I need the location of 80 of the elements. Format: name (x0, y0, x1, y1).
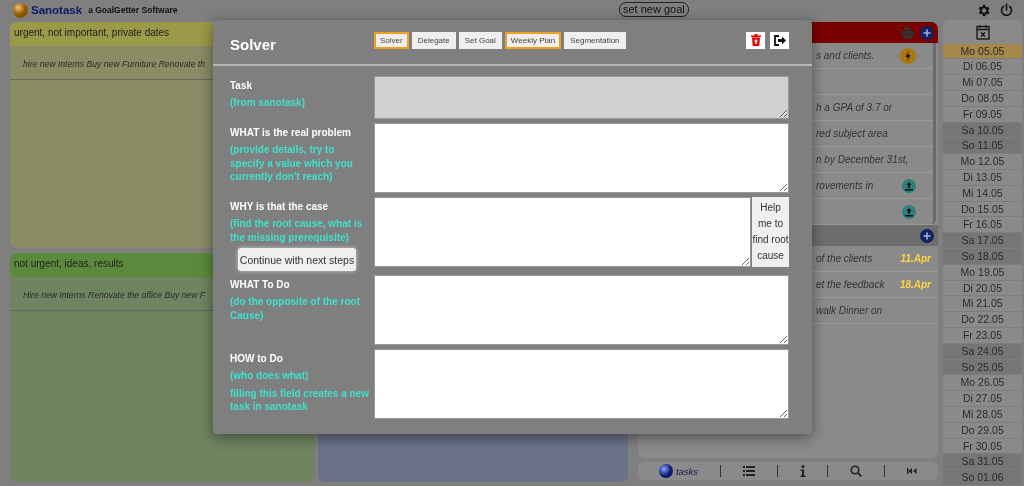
calendar-day[interactable]: Sa 31.05 (943, 454, 1022, 471)
field-hint: (find the root cause, what is the missing prerequisite) (230, 217, 364, 244)
calendar-day[interactable]: Do 15.05 (943, 201, 1022, 218)
text-field[interactable] (374, 123, 789, 193)
calendar-day[interactable]: Mo 19.05 (943, 264, 1022, 281)
skip-back-icon (907, 468, 917, 474)
calendar-day[interactable]: Mi 21.05 (943, 296, 1022, 313)
calendar-day[interactable]: So 18.05 (943, 249, 1022, 265)
calendar-day[interactable]: Di 13.05 (943, 170, 1022, 186)
tasks-label[interactable]: tasks (675, 465, 699, 477)
field-label: Task (230, 79, 254, 93)
task-item[interactable]: hire new Interns Buy new Furniture Renovate th (23, 59, 205, 69)
calendar-day[interactable]: Di 27.05 (943, 391, 1022, 407)
dialog-tab[interactable]: Delegate (411, 31, 456, 49)
due-date: 18.Apr (899, 279, 931, 290)
text-field[interactable] (374, 349, 789, 419)
app-name: Sanotask (31, 4, 83, 16)
calendar-icon (975, 23, 990, 40)
calendar-day[interactable]: Di 06.05 (943, 59, 1022, 76)
task-text: s and clients. (816, 50, 875, 61)
text-field[interactable] (374, 197, 751, 267)
upload-icon (902, 178, 916, 193)
calendar-day[interactable]: Mi 14.05 (943, 185, 1022, 202)
power-icon (999, 2, 1014, 18)
delete-button[interactable] (746, 31, 765, 49)
task-text: of the clients (816, 253, 873, 264)
task-text: walk Dinner on (816, 305, 883, 316)
calendar-day[interactable]: Mo 05.05 (943, 43, 1022, 60)
add-icon (920, 228, 934, 243)
calendar-day[interactable]: Mi 28.05 (943, 407, 1022, 423)
upload-icon (902, 204, 916, 219)
dialog-tab[interactable]: Segmentation (564, 31, 626, 49)
field-label: WHAT To Do (230, 278, 291, 292)
calendar-day[interactable]: Mo 26.05 (943, 375, 1022, 392)
continue-button[interactable]: Continue with next steps (238, 248, 356, 271)
field-hint: (do the opposite of the root Cause) (230, 295, 361, 322)
lightning-icon (900, 47, 916, 64)
app-tagline: a GoalGetter Software (88, 5, 178, 15)
exit-icon (773, 34, 786, 46)
task-text: h a GPA of 3.7 or (816, 102, 893, 113)
task-text: n by December 31st, (816, 154, 909, 165)
task-text: red subject area (816, 128, 888, 139)
field-hint: (provide details, try to specify a value which you currently don't reach) (230, 143, 354, 184)
field-hint: (from sanotask) (230, 96, 306, 110)
calendar-day[interactable]: So 01.06 (943, 470, 1022, 486)
task-text: rovements in (816, 180, 874, 191)
calendar-day[interactable]: Fr 23.05 (943, 328, 1022, 344)
logo-ball-icon (13, 2, 28, 18)
globe-icon (658, 464, 673, 478)
set-new-goal-button[interactable]: set new goal (619, 2, 689, 17)
field-label: WHAT is the real problem (230, 126, 352, 140)
calendar-day[interactable]: So 11.05 (943, 138, 1022, 155)
dialog-tab[interactable]: Solver (374, 31, 409, 49)
field-label: HOW to Do (230, 352, 284, 366)
calendar-day[interactable]: Do 29.05 (943, 422, 1022, 439)
text-field[interactable] (374, 275, 789, 345)
calendar-day[interactable]: Mi 07.05 (943, 75, 1022, 92)
task-item[interactable]: Hire new Interns Renovate the office Buy new F (23, 290, 205, 300)
print-icon (901, 26, 914, 39)
calendar-day[interactable]: Fr 09.05 (943, 106, 1022, 123)
calendar-day[interactable]: Do 22.05 (943, 312, 1022, 329)
dialog-tab[interactable]: Set Goal (458, 31, 502, 49)
help-button[interactable]: Help me to find root cause (752, 197, 789, 267)
calendar-day[interactable]: Do 08.05 (943, 91, 1022, 107)
task-text: et the feedback (816, 279, 885, 290)
info-icon (799, 465, 806, 477)
list-icon (742, 466, 755, 476)
calendar-day[interactable]: Mo 12.05 (943, 154, 1022, 171)
field-hint: filling this field creates a new task in sanotask (230, 386, 370, 414)
field-label: WHY is that the case (230, 200, 330, 214)
due-date: 11.Apr (900, 253, 931, 264)
search-icon (850, 465, 863, 477)
add-icon (920, 25, 934, 40)
calendar-day[interactable]: Sa 17.05 (943, 233, 1022, 250)
calendar-day[interactable]: Di 20.05 (943, 280, 1022, 297)
dialog-tab[interactable]: Weekly Plan (504, 31, 562, 49)
field-hint: (who does what) (230, 369, 310, 383)
close-button[interactable] (770, 31, 789, 49)
trash-icon (750, 34, 761, 46)
settings-icon (976, 2, 991, 18)
